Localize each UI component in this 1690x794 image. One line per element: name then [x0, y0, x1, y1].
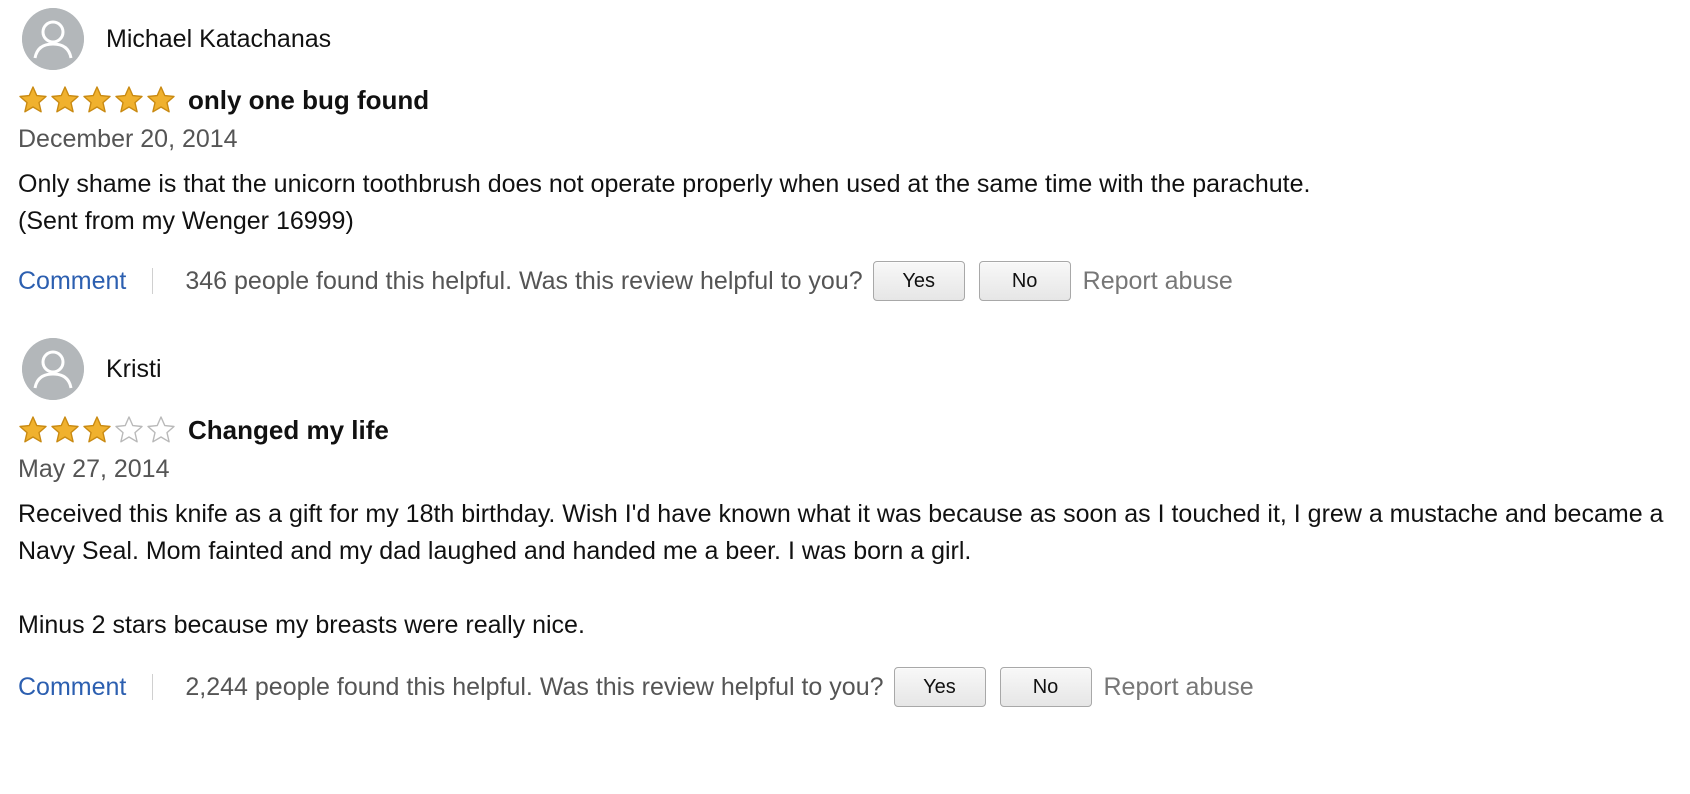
divider	[152, 268, 154, 294]
avatar[interactable]	[22, 8, 84, 70]
review-body-paragraph: Only shame is that the unicorn toothbrus…	[18, 170, 1311, 198]
star-empty-icon	[115, 416, 143, 443]
star-filled-icon	[51, 86, 79, 113]
review-card: Michael Katachanas only one bug found De…	[18, 8, 1678, 302]
star-filled-icon	[83, 86, 111, 113]
review-body-paragraph: Minus 2 stars because my breasts were re…	[18, 611, 585, 639]
star-filled-icon	[83, 416, 111, 443]
helpful-yes-button[interactable]: Yes	[872, 261, 965, 301]
helpful-count-text: 2,244 people found this helpful. Was thi…	[185, 672, 884, 701]
star-filled-icon	[115, 86, 143, 113]
review-body-paragraph: (Sent from my Wenger 16999)	[18, 207, 354, 235]
report-abuse-link[interactable]: Report abuse	[1104, 673, 1254, 702]
review-actions: Comment 346 people found this helpful. W…	[18, 260, 1678, 302]
review-title[interactable]: Changed my life	[188, 415, 389, 446]
review-body: Received this knife as a gift for my 18t…	[18, 496, 1678, 644]
helpful-yes-button[interactable]: Yes	[893, 667, 986, 707]
user-silhouette-icon	[22, 8, 84, 70]
review-body: Only shame is that the unicorn toothbrus…	[18, 166, 1678, 240]
author-name[interactable]: Kristi	[106, 355, 162, 384]
reviewer-profile[interactable]: Michael Katachanas	[18, 8, 1678, 70]
review-date: December 20, 2014	[18, 125, 238, 153]
review-card: Kristi Changed my life May 27, 2014 Rece…	[18, 338, 1678, 708]
star-empty-icon	[147, 416, 175, 443]
review-title[interactable]: only one bug found	[188, 85, 429, 116]
helpful-no-button[interactable]: No	[978, 261, 1071, 301]
author-name[interactable]: Michael Katachanas	[106, 25, 331, 54]
star-filled-icon	[19, 416, 47, 443]
comment-link[interactable]: Comment	[18, 673, 126, 702]
star-rating[interactable]	[18, 85, 176, 115]
avatar[interactable]	[22, 338, 84, 400]
star-rating[interactable]	[18, 415, 176, 445]
star-filled-icon	[51, 416, 79, 443]
reviewer-profile[interactable]: Kristi	[18, 338, 1678, 400]
review-actions: Comment 2,244 people found this helpful.…	[18, 666, 1678, 708]
star-filled-icon	[147, 86, 175, 113]
helpful-count-text: 346 people found this helpful. Was this …	[185, 266, 863, 295]
review-date: May 27, 2014	[18, 455, 170, 483]
divider	[152, 674, 154, 700]
user-silhouette-icon	[22, 338, 84, 400]
helpful-no-button[interactable]: No	[999, 667, 1092, 707]
review-body-paragraph: Received this knife as a gift for my 18t…	[18, 500, 1664, 565]
star-filled-icon	[19, 86, 47, 113]
report-abuse-link[interactable]: Report abuse	[1083, 267, 1233, 296]
comment-link[interactable]: Comment	[18, 267, 126, 296]
